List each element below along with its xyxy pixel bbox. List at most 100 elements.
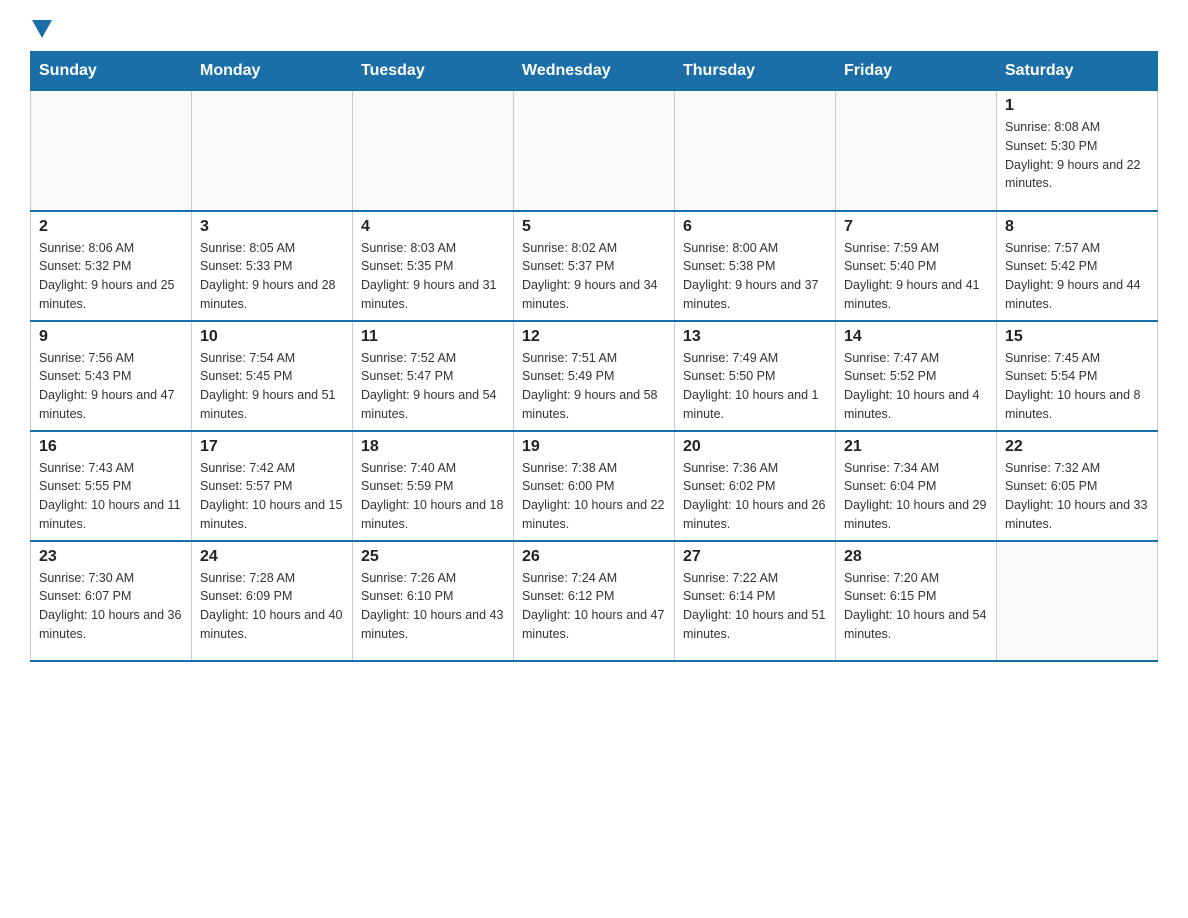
day-info-line: Sunrise: 7:42 AM xyxy=(200,461,295,475)
day-number: 12 xyxy=(522,328,666,346)
calendar-day-cell: 21Sunrise: 7:34 AMSunset: 6:04 PMDayligh… xyxy=(836,431,997,541)
day-info: Sunrise: 8:00 AMSunset: 5:38 PMDaylight:… xyxy=(683,239,827,314)
day-info-line: Sunrise: 7:38 AM xyxy=(522,461,617,475)
day-info-line: Sunset: 5:59 PM xyxy=(361,479,453,493)
day-info: Sunrise: 7:36 AMSunset: 6:02 PMDaylight:… xyxy=(683,459,827,534)
day-info-line: Daylight: 10 hours and 43 minutes. xyxy=(361,608,503,641)
day-number: 17 xyxy=(200,438,344,456)
day-info: Sunrise: 7:47 AMSunset: 5:52 PMDaylight:… xyxy=(844,349,988,424)
day-info-line: Daylight: 10 hours and 40 minutes. xyxy=(200,608,342,641)
calendar-week-row: 16 Sunrise: 7:43 AM Sunset: 5:55 PM Dayligh… xyxy=(31,431,1158,541)
day-info-line: Daylight: 10 hours and 15 minutes. xyxy=(200,498,342,531)
day-info: Sunrise: 7:57 AMSunset: 5:42 PMDaylight:… xyxy=(1005,239,1149,314)
day-info: Sunrise: 8:05 AMSunset: 5:33 PMDaylight:… xyxy=(200,239,344,314)
day-info: Sunrise: 7:49 AMSunset: 5:50 PMDaylight:… xyxy=(683,349,827,424)
day-number: 18 xyxy=(361,438,505,456)
calendar-day-cell: 24 Sunrise: 7:28 AMSunset: 6:09 PMDayligh… xyxy=(192,541,353,661)
day-number: 25 xyxy=(361,548,505,566)
day-info: Sunrise: 7:54 AMSunset: 5:45 PMDaylight:… xyxy=(200,349,344,424)
weekday-header-monday: Monday xyxy=(192,52,353,91)
page-header xyxy=(30,20,1158,41)
day-number: 1 xyxy=(1005,97,1149,115)
day-info-line: Sunset: 6:04 PM xyxy=(844,479,936,493)
day-info-line: Sunrise: 7:24 AM xyxy=(522,571,617,585)
day-info-line: Sunset: 5:32 PM xyxy=(39,259,131,273)
day-info-line: Sunset: 5:49 PM xyxy=(522,369,614,383)
day-number: 7 xyxy=(844,218,988,236)
day-info-line: Daylight: 10 hours and 4 minutes. xyxy=(844,388,980,421)
calendar-day-cell: 22Sunrise: 7:32 AMSunset: 6:05 PMDayligh… xyxy=(997,431,1158,541)
calendar-week-row: 2Sunrise: 8:06 AMSunset: 5:32 PMDaylight… xyxy=(31,211,1158,321)
day-info-line: Sunrise: 7:56 AM xyxy=(39,351,134,365)
day-info-line: Sunrise: 7:51 AM xyxy=(522,351,617,365)
day-number: 6 xyxy=(683,218,827,236)
calendar-week-row: 23 Sunrise: 7:30 AMSunset: 6:07 PMDayligh… xyxy=(31,541,1158,661)
calendar-day-cell: 9Sunrise: 7:56 AMSunset: 5:43 PMDaylight… xyxy=(31,321,192,431)
calendar-day-cell: 12Sunrise: 7:51 AMSunset: 5:49 PMDayligh… xyxy=(514,321,675,431)
day-info: Sunrise: 7:38 AMSunset: 6:00 PMDaylight:… xyxy=(522,459,666,534)
calendar-day-cell: 28Sunrise: 7:20 AMSunset: 6:15 PMDayligh… xyxy=(836,541,997,661)
calendar-day-cell: 8Sunrise: 7:57 AMSunset: 5:42 PMDaylight… xyxy=(997,211,1158,321)
day-info: Sunrise: 7:24 AMSunset: 6:12 PMDaylight:… xyxy=(522,569,666,644)
day-info-line: Sunrise: 8:00 AM xyxy=(683,241,778,255)
day-info: Sunrise: 7:28 AMSunset: 6:09 PMDaylight:… xyxy=(200,569,344,644)
calendar-day-cell: 3Sunrise: 8:05 AMSunset: 5:33 PMDaylight… xyxy=(192,211,353,321)
day-info: Sunrise: 7:22 AMSunset: 6:14 PMDaylight:… xyxy=(683,569,827,644)
day-number: 27 xyxy=(683,548,827,566)
day-number: 21 xyxy=(844,438,988,456)
day-info-line: Daylight: 10 hours and 11 minutes. xyxy=(39,498,181,531)
day-info-line: Sunset: 5:57 PM xyxy=(200,479,292,493)
day-info-line: Sunrise: 7:59 AM xyxy=(844,241,939,255)
day-info-line: Sunrise: 7:54 AM xyxy=(200,351,295,365)
calendar-week-row: 1Sunrise: 8:08 AMSunset: 5:30 PMDaylight… xyxy=(31,91,1158,211)
day-info-line: Sunrise: 7:26 AM xyxy=(361,571,456,585)
calendar-day-cell xyxy=(514,91,675,211)
day-info-line: Sunset: 5:33 PM xyxy=(200,259,292,273)
calendar-day-cell: 13 Sunrise: 7:49 AMSunset: 5:50 PMDayligh… xyxy=(675,321,836,431)
day-number: 16 xyxy=(39,438,183,456)
calendar-day-cell: 2Sunrise: 8:06 AMSunset: 5:32 PMDaylight… xyxy=(31,211,192,321)
day-info-line: Daylight: 10 hours and 36 minutes. xyxy=(39,608,181,641)
calendar-day-cell: 15Sunrise: 7:45 AMSunset: 5:54 PMDayligh… xyxy=(997,321,1158,431)
day-number: 24 xyxy=(200,548,344,566)
weekday-header-row: SundayMondayTuesdayWednesdayThursdayFrid… xyxy=(31,52,1158,91)
day-info-line: Sunrise: 7:47 AM xyxy=(844,351,939,365)
calendar-day-cell: 6Sunrise: 8:00 AMSunset: 5:38 PMDaylight… xyxy=(675,211,836,321)
day-info-line: Daylight: 9 hours and 47 minutes. xyxy=(39,388,175,421)
calendar-day-cell xyxy=(31,91,192,211)
day-info-line: Sunrise: 7:28 AM xyxy=(200,571,295,585)
calendar-day-cell: 10Sunrise: 7:54 AMSunset: 5:45 PMDayligh… xyxy=(192,321,353,431)
calendar-day-cell: 1Sunrise: 8:08 AMSunset: 5:30 PMDaylight… xyxy=(997,91,1158,211)
day-info-line: Daylight: 10 hours and 33 minutes. xyxy=(1005,498,1147,531)
day-info-line: Sunrise: 7:43 AM xyxy=(39,461,134,475)
calendar-day-cell: 14Sunrise: 7:47 AMSunset: 5:52 PMDayligh… xyxy=(836,321,997,431)
weekday-header-wednesday: Wednesday xyxy=(514,52,675,91)
day-info: Sunrise: 8:03 AMSunset: 5:35 PMDaylight:… xyxy=(361,239,505,314)
day-info-line: Sunset: 6:02 PM xyxy=(683,479,775,493)
day-info-line: Daylight: 9 hours and 22 minutes. xyxy=(1005,158,1141,191)
day-number: 26 xyxy=(522,548,666,566)
day-number: 3 xyxy=(200,218,344,236)
calendar-day-cell xyxy=(836,91,997,211)
day-info-line: Sunrise: 8:06 AM xyxy=(39,241,134,255)
day-info-line: Sunset: 6:00 PM xyxy=(522,479,614,493)
calendar-day-cell: 20Sunrise: 7:36 AMSunset: 6:02 PMDayligh… xyxy=(675,431,836,541)
calendar-day-cell: 5Sunrise: 8:02 AMSunset: 5:37 PMDaylight… xyxy=(514,211,675,321)
day-info-line: Sunset: 5:55 PM xyxy=(39,479,131,493)
day-info-line: Daylight: 9 hours and 41 minutes. xyxy=(844,278,980,311)
day-number: 23 xyxy=(39,548,183,566)
day-info-line: Daylight: 9 hours and 25 minutes. xyxy=(39,278,175,311)
day-info: Sunrise: 8:06 AM Sunset: 5:32 PM Daylight:… xyxy=(39,239,183,314)
day-number: 11 xyxy=(361,328,505,346)
day-info-line: Sunset: 5:38 PM xyxy=(683,259,775,273)
logo xyxy=(30,20,54,41)
day-info-line: Daylight: 10 hours and 51 minutes. xyxy=(683,608,825,641)
day-info: Sunrise: 7:30 AMSunset: 6:07 PMDaylight:… xyxy=(39,569,183,644)
calendar-day-cell: 25Sunrise: 7:26 AMSunset: 6:10 PMDayligh… xyxy=(353,541,514,661)
day-info-line: Sunrise: 8:05 AM xyxy=(200,241,295,255)
calendar-day-cell: 16 Sunrise: 7:43 AM Sunset: 5:55 PM Dayligh… xyxy=(31,431,192,541)
day-info: Sunrise: 7:32 AMSunset: 6:05 PMDaylight:… xyxy=(1005,459,1149,534)
day-info-line: Sunrise: 7:49 AM xyxy=(683,351,778,365)
calendar-day-cell: 4Sunrise: 8:03 AMSunset: 5:35 PMDaylight… xyxy=(353,211,514,321)
day-number: 13 xyxy=(683,328,827,346)
